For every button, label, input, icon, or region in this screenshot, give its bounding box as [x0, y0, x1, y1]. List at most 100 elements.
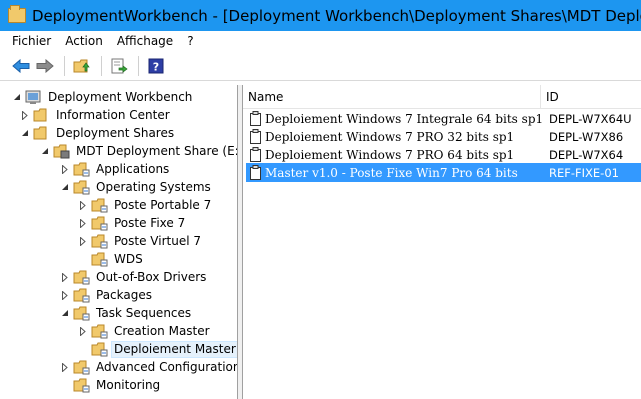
- folder-icon: [73, 287, 90, 303]
- tree-item[interactable]: Operating Systems: [60, 178, 214, 196]
- tree-item-label: Advanced Configuration: [96, 359, 238, 374]
- menu-action[interactable]: Action: [58, 31, 110, 52]
- help-button[interactable]: ?: [145, 55, 167, 77]
- tree-item[interactable]: Applications: [60, 160, 172, 178]
- tree-item[interactable]: Out-of-Box Drivers: [60, 268, 209, 286]
- toolbar-separator: [101, 56, 102, 76]
- tree-item[interactable]: Poste Portable 7: [78, 196, 214, 214]
- expand-arrow-icon[interactable]: [78, 232, 88, 250]
- toolbar: ?: [0, 52, 641, 81]
- up-folder-button[interactable]: [71, 55, 93, 77]
- tree-item-label: Deploiement Master: [111, 340, 237, 358]
- row-name: Deploiement Windows 7 Integrale 64 bits …: [265, 111, 544, 126]
- folder-icon: [91, 341, 108, 357]
- row-id: DEPL-W7X64U: [549, 111, 632, 126]
- table-row[interactable]: Deploiement Windows 7 Integrale 64 bits …: [246, 109, 641, 128]
- collapse-arrow-icon[interactable]: [60, 304, 70, 322]
- table-row[interactable]: Master v1.0 - Poste Fixe Win7 Pro 64 bit…: [246, 163, 641, 182]
- tree-item-label: MDT Deployment Share (E:\De: [76, 143, 238, 158]
- toolbar-separator: [138, 56, 139, 76]
- column-header-name[interactable]: Name: [243, 85, 540, 109]
- menu-affichage[interactable]: Affichage: [110, 31, 180, 52]
- folder-icon: [73, 179, 90, 195]
- tree-item[interactable]: Task Sequences: [60, 304, 194, 322]
- expand-arrow-icon[interactable]: [60, 268, 70, 286]
- collapse-arrow-icon[interactable]: [20, 124, 30, 142]
- folder-icon: [91, 323, 108, 339]
- tree-item[interactable]: Deployment Shares: [20, 124, 177, 142]
- tree-item-label: Applications: [96, 161, 170, 176]
- export-icon: [111, 58, 128, 74]
- tree-item-label: Creation Master: [114, 323, 210, 338]
- expand-arrow-icon[interactable]: [78, 196, 88, 214]
- tree-item-label: Monitoring: [96, 377, 161, 392]
- row-name: Master v1.0 - Poste Fixe Win7 Pro 64 bit…: [265, 165, 518, 180]
- expand-arrow-icon[interactable]: [60, 358, 70, 376]
- tree-item[interactable]: Monitoring: [60, 376, 163, 394]
- expand-arrow-icon[interactable]: [78, 214, 88, 232]
- navigation-tree[interactable]: Deployment Workbench Information Center De…: [0, 85, 238, 399]
- tree-item[interactable]: WDS: [78, 250, 146, 268]
- collapse-arrow-icon[interactable]: [40, 142, 50, 160]
- export-list-button[interactable]: [108, 55, 130, 77]
- tree-item[interactable]: Poste Virtuel 7: [78, 232, 204, 250]
- folder-icon: [91, 215, 108, 231]
- tree-item-label: Operating Systems: [96, 179, 211, 194]
- tree-item[interactable]: MDT Deployment Share (E:\De: [40, 142, 238, 160]
- workbench-app-icon: [8, 5, 26, 23]
- back-arrow-icon: [12, 59, 30, 73]
- expand-arrow-icon[interactable]: [60, 286, 70, 304]
- tree-item-label: Poste Portable 7: [114, 197, 212, 212]
- row-id: DEPL-W7X86: [549, 129, 624, 144]
- tree-item[interactable]: Poste Fixe 7: [78, 214, 188, 232]
- menu-bar: Fichier Action Affichage ?: [0, 31, 641, 52]
- table-row[interactable]: Deploiement Windows 7 PRO 64 bits sp1 DEP…: [246, 145, 641, 164]
- menu-fichier[interactable]: Fichier: [0, 31, 58, 52]
- tree-item-label: Poste Fixe 7: [114, 215, 186, 230]
- workbench-icon: [25, 89, 42, 105]
- tree-item-label: WDS: [114, 251, 143, 266]
- title-bar[interactable]: DeploymentWorkbench - [Deployment Workbe…: [0, 0, 641, 31]
- window-title: DeploymentWorkbench - [Deployment Workbe…: [32, 6, 641, 25]
- folder-icon: [73, 359, 90, 375]
- expand-arrow-icon[interactable]: [20, 106, 30, 124]
- tree-item-label: Information Center: [56, 107, 170, 122]
- share-icon: [53, 143, 70, 159]
- collapse-arrow-icon[interactable]: [60, 178, 70, 196]
- tree-item[interactable]: Deploiement Master: [78, 340, 237, 358]
- tree-item[interactable]: Information Center: [20, 106, 173, 124]
- tree-item[interactable]: Creation Master: [78, 322, 213, 340]
- column-header-id[interactable]: ID: [541, 85, 641, 109]
- tree-item-label: Out-of-Box Drivers: [96, 269, 207, 284]
- menu-help[interactable]: ?: [180, 31, 200, 52]
- back-button[interactable]: [10, 55, 32, 77]
- forward-button[interactable]: [34, 55, 56, 77]
- expand-arrow-icon[interactable]: [60, 160, 70, 178]
- svg-text:?: ?: [153, 61, 159, 74]
- folder-icon: [91, 233, 108, 249]
- task-sequence-icon: [250, 129, 262, 144]
- task-sequence-icon: [250, 147, 262, 162]
- folder-icon: [91, 251, 108, 267]
- collapse-arrow-icon[interactable]: [12, 88, 22, 106]
- help-icon: ?: [148, 58, 164, 74]
- table-row[interactable]: Deploiement Windows 7 PRO 32 bits sp1 DEP…: [246, 127, 641, 146]
- tree-item-label: Poste Virtuel 7: [114, 233, 201, 248]
- tree-item[interactable]: Packages: [60, 286, 155, 304]
- tree-item[interactable]: Advanced Configuration: [60, 358, 238, 376]
- tree-item[interactable]: Deployment Workbench: [12, 88, 195, 106]
- forward-arrow-icon: [36, 59, 54, 73]
- folder-icon: [73, 161, 90, 177]
- folder-icon: [73, 377, 90, 393]
- row-name: Deploiement Windows 7 PRO 32 bits sp1: [265, 129, 515, 144]
- folder-icon: [73, 305, 90, 321]
- row-id: DEPL-W7X64: [549, 147, 624, 162]
- folder-icon: [33, 125, 50, 141]
- tree-item-label: Deployment Workbench: [48, 89, 193, 104]
- row-id: REF-FIXE-01: [549, 165, 619, 180]
- expand-arrow-icon[interactable]: [78, 322, 88, 340]
- results-list[interactable]: Name ID Deploiement Windows 7 Integrale …: [243, 85, 641, 399]
